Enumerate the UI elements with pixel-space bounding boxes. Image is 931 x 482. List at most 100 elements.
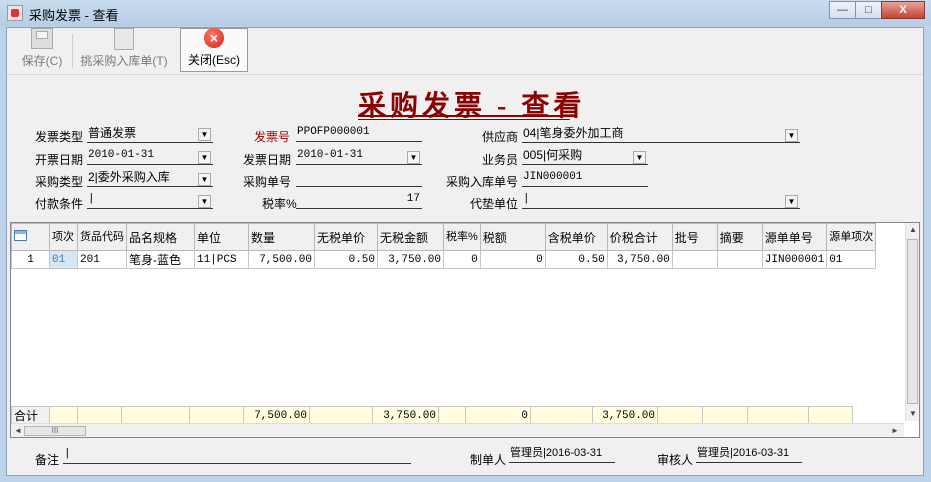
invoice-type-label: 发票类型 [35,130,84,144]
chevron-down-icon[interactable]: ▼ [198,151,211,164]
chevron-down-icon[interactable]: ▼ [198,195,211,208]
grid-cell[interactable]: 3,750.00 [377,250,444,269]
column-header[interactable]: 税额 [479,223,546,251]
floppy-disk-icon [31,28,53,49]
page-title: 采购发票 - 查看 [358,91,586,122]
window-title: 采购发票 - 查看 [29,8,119,23]
column-header[interactable]: 源单项次 [826,223,877,251]
payment-terms-label: 付款条件 [35,197,84,211]
totals-cell [121,406,190,425]
grid-cell[interactable]: 11|PCS [194,250,249,269]
column-header[interactable]: 单位 [194,223,249,251]
chevron-down-icon[interactable]: ▼ [198,128,211,141]
purchase-type-select[interactable]: 2|委外采购入库 [87,170,213,187]
invoice-no-field[interactable]: PPOFP000001 [296,125,422,142]
maker-label: 制单人 [470,453,507,467]
column-header[interactable]: 数量 [248,223,315,251]
totals-cell [438,406,466,425]
column-header[interactable]: 价税合计 [606,223,673,251]
totals-cell [702,406,748,425]
grid-cell[interactable]: 0 [479,250,546,269]
invoice-no-label: 发票号 [254,130,291,144]
chevron-down-icon[interactable]: ▼ [785,195,798,208]
total-amount: 3,750.00 [372,406,439,425]
scroll-right-icon[interactable]: ► [891,426,899,435]
pick-receipt-button[interactable]: 挑采购入库单(T) [76,28,172,72]
minimize-button[interactable]: — [829,1,855,19]
open-date-field[interactable]: 2010-01-31 [87,148,213,165]
invoice-date-field[interactable]: 2010-01-31 [296,148,422,165]
scroll-down-icon[interactable]: ▼ [909,409,917,418]
totals-cell [49,406,78,425]
maker-field: 管理员|2016-03-31 [509,446,615,463]
grid-cell[interactable]: JIN000001 [761,250,828,269]
invoice-type-select[interactable]: 普通发票 [87,126,213,143]
grid-cell[interactable]: 笔身-蓝色 [126,250,195,269]
chevron-down-icon[interactable]: ▼ [785,129,798,142]
table-row[interactable]: 1 01 201 笔身-蓝色 11|PCS 7,500.00 0.50 3,75… [11,250,877,269]
supplier-select[interactable]: 04|笔身委外加工商 [522,126,800,143]
column-header[interactable]: 无税单价 [314,223,378,251]
grid-cell[interactable]: 7,500.00 [248,250,315,269]
payment-terms-select[interactable]: | [87,192,213,209]
remark-field[interactable]: | [63,447,411,464]
column-header[interactable]: 货品代码 [77,223,127,251]
total-quantity: 7,500.00 [243,406,310,425]
column-header[interactable]: 项次 [49,223,78,251]
totals-cell [530,406,593,425]
close-button[interactable]: × 关闭(Esc) [180,28,248,72]
column-header[interactable]: 摘要 [716,223,763,251]
tax-rate-label: 税率% [262,197,297,211]
scroll-thumb[interactable]: III [24,426,86,436]
vertical-scrollbar[interactable]: ▲ ▼ [905,223,919,421]
grid-cell[interactable] [671,250,718,269]
grid-cell[interactable]: 0 [443,250,481,269]
receipt-no-field[interactable]: JIN000001 [522,170,648,187]
purchase-order-no-label: 采购单号 [243,175,292,189]
horizontal-scrollbar[interactable]: ◄ III ► [11,423,904,437]
close-window-button[interactable]: X [881,1,925,19]
column-header[interactable]: 批号 [671,223,718,251]
column-selector[interactable] [11,223,50,251]
totals-label: 合计 [11,406,50,425]
chevron-down-icon[interactable]: ▼ [198,173,211,186]
grid-cell[interactable] [716,250,763,269]
grid-cell[interactable]: 0.50 [544,250,608,269]
scroll-up-icon[interactable]: ▲ [909,225,917,234]
row-number[interactable]: 1 [11,250,50,269]
scroll-left-icon[interactable]: ◄ [14,426,22,435]
purchase-order-no-field[interactable] [296,170,422,187]
detail-grid[interactable]: 项次 货品代码 品名规格 单位 数量 无税单价 无税金额 税率% 税额 含税单价… [10,222,920,438]
totals-cell [77,406,122,425]
grid-icon [14,230,27,241]
column-header[interactable]: 源单单号 [761,223,828,251]
title-underline [358,119,570,120]
reviewer-label: 审核人 [657,453,694,467]
totals-cell [309,406,373,425]
column-header[interactable]: 含税单价 [544,223,608,251]
grid-cell[interactable]: 3,750.00 [606,250,673,269]
grid-header-row: 项次 货品代码 品名规格 单位 数量 无税单价 无税金额 税率% 税额 含税单价… [11,223,877,251]
scroll-thumb[interactable] [907,239,918,404]
column-header[interactable]: 品名规格 [126,223,195,251]
grid-cell[interactable]: 201 [77,250,127,269]
grid-cell[interactable]: 0.50 [314,250,378,269]
grid-cell[interactable]: 01 [826,250,877,269]
window-controls: — □ X [829,1,925,20]
total-with-tax: 3,750.00 [592,406,658,425]
grid-cell[interactable]: 01 [49,250,78,269]
maximize-button[interactable]: □ [855,1,881,19]
chevron-down-icon[interactable]: ▼ [407,151,420,164]
title-bar [0,0,931,26]
advance-unit-select[interactable]: | [522,192,800,209]
column-header[interactable]: 无税金额 [377,223,444,251]
column-header[interactable]: 税率% [443,223,481,251]
reviewer-field: 管理员|2016-03-31 [696,446,802,463]
totals-cell [657,406,703,425]
chevron-down-icon[interactable]: ▼ [633,151,646,164]
tax-rate-field[interactable]: 17 [296,192,422,209]
save-button[interactable]: 保存(C) [14,28,70,72]
salesman-select[interactable]: 005|何采购 [522,148,648,165]
total-tax: 0 [465,406,531,425]
totals-cell [747,406,809,425]
